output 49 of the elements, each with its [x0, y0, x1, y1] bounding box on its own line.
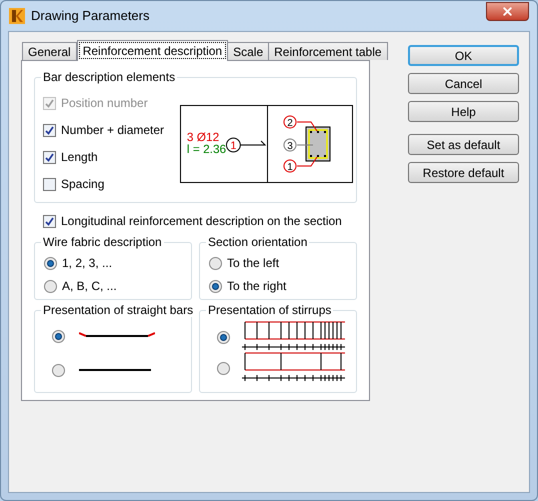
radio-button[interactable] — [52, 364, 65, 376]
app-logo-icon — [9, 8, 25, 24]
window-title: Drawing Parameters — [31, 7, 150, 26]
radio-label: A, B, C, ... — [62, 278, 117, 295]
position-marker: 1 — [226, 138, 241, 152]
close-icon — [501, 4, 514, 18]
quantity-diameter-text: 3 Ø12 — [186, 130, 220, 144]
leader-line — [296, 144, 314, 146]
checkbox[interactable] — [43, 150, 56, 164]
checkbox[interactable] — [43, 214, 56, 228]
radio-label: To the left — [227, 255, 280, 272]
checkbox-label: Spacing — [61, 176, 104, 193]
radio-button[interactable] — [209, 256, 222, 270]
position-marker: 3 — [284, 138, 296, 152]
checkbox-label: Position number — [61, 95, 148, 112]
radio-button[interactable] — [44, 280, 57, 292]
checkbox[interactable] — [43, 124, 56, 136]
section-drawing — [306, 126, 330, 162]
radio-button[interactable] — [217, 331, 230, 344]
leader-line — [296, 156, 318, 166]
radio-button[interactable] — [217, 362, 230, 375]
group-title: Presentation of stirrups — [206, 303, 334, 317]
leader-line — [296, 122, 318, 132]
radio-button[interactable] — [52, 330, 65, 342]
dialog-button[interactable]: OK — [408, 45, 519, 66]
tab[interactable]: Reinforcement table — [268, 42, 388, 60]
dialog-button[interactable]: Cancel — [408, 73, 519, 94]
radio-button[interactable] — [44, 256, 57, 270]
radio-label: To the right — [227, 278, 286, 295]
close-button[interactable] — [486, 2, 529, 20]
checkbox-label: Number + diameter — [61, 122, 164, 139]
position-marker: 1 — [284, 160, 296, 173]
position-marker: 2 — [284, 116, 296, 129]
length-text: l = 2.36 — [186, 142, 226, 156]
tab[interactable]: Scale — [227, 42, 270, 60]
group-title: Section orientation — [206, 235, 310, 249]
tab[interactable]: Reinforcement description — [76, 40, 228, 61]
radio-label: 1, 2, 3, ... — [62, 255, 112, 272]
group-title: Presentation of straight bars — [41, 303, 196, 317]
dialog-button[interactable]: Restore default — [408, 162, 519, 183]
tab[interactable]: General — [22, 42, 77, 60]
group-title: Wire fabric description — [41, 235, 164, 249]
checkbox-label: Longitudinal reinforcement description on the section — [61, 213, 342, 230]
checkbox[interactable] — [43, 178, 56, 190]
dialog-button[interactable]: Set as default — [408, 134, 519, 155]
dialog-button[interactable]: Help — [408, 101, 519, 122]
group-title: Bar description elements — [41, 70, 178, 84]
checkbox-label: Length — [61, 149, 98, 166]
radio-button[interactable] — [209, 280, 222, 292]
